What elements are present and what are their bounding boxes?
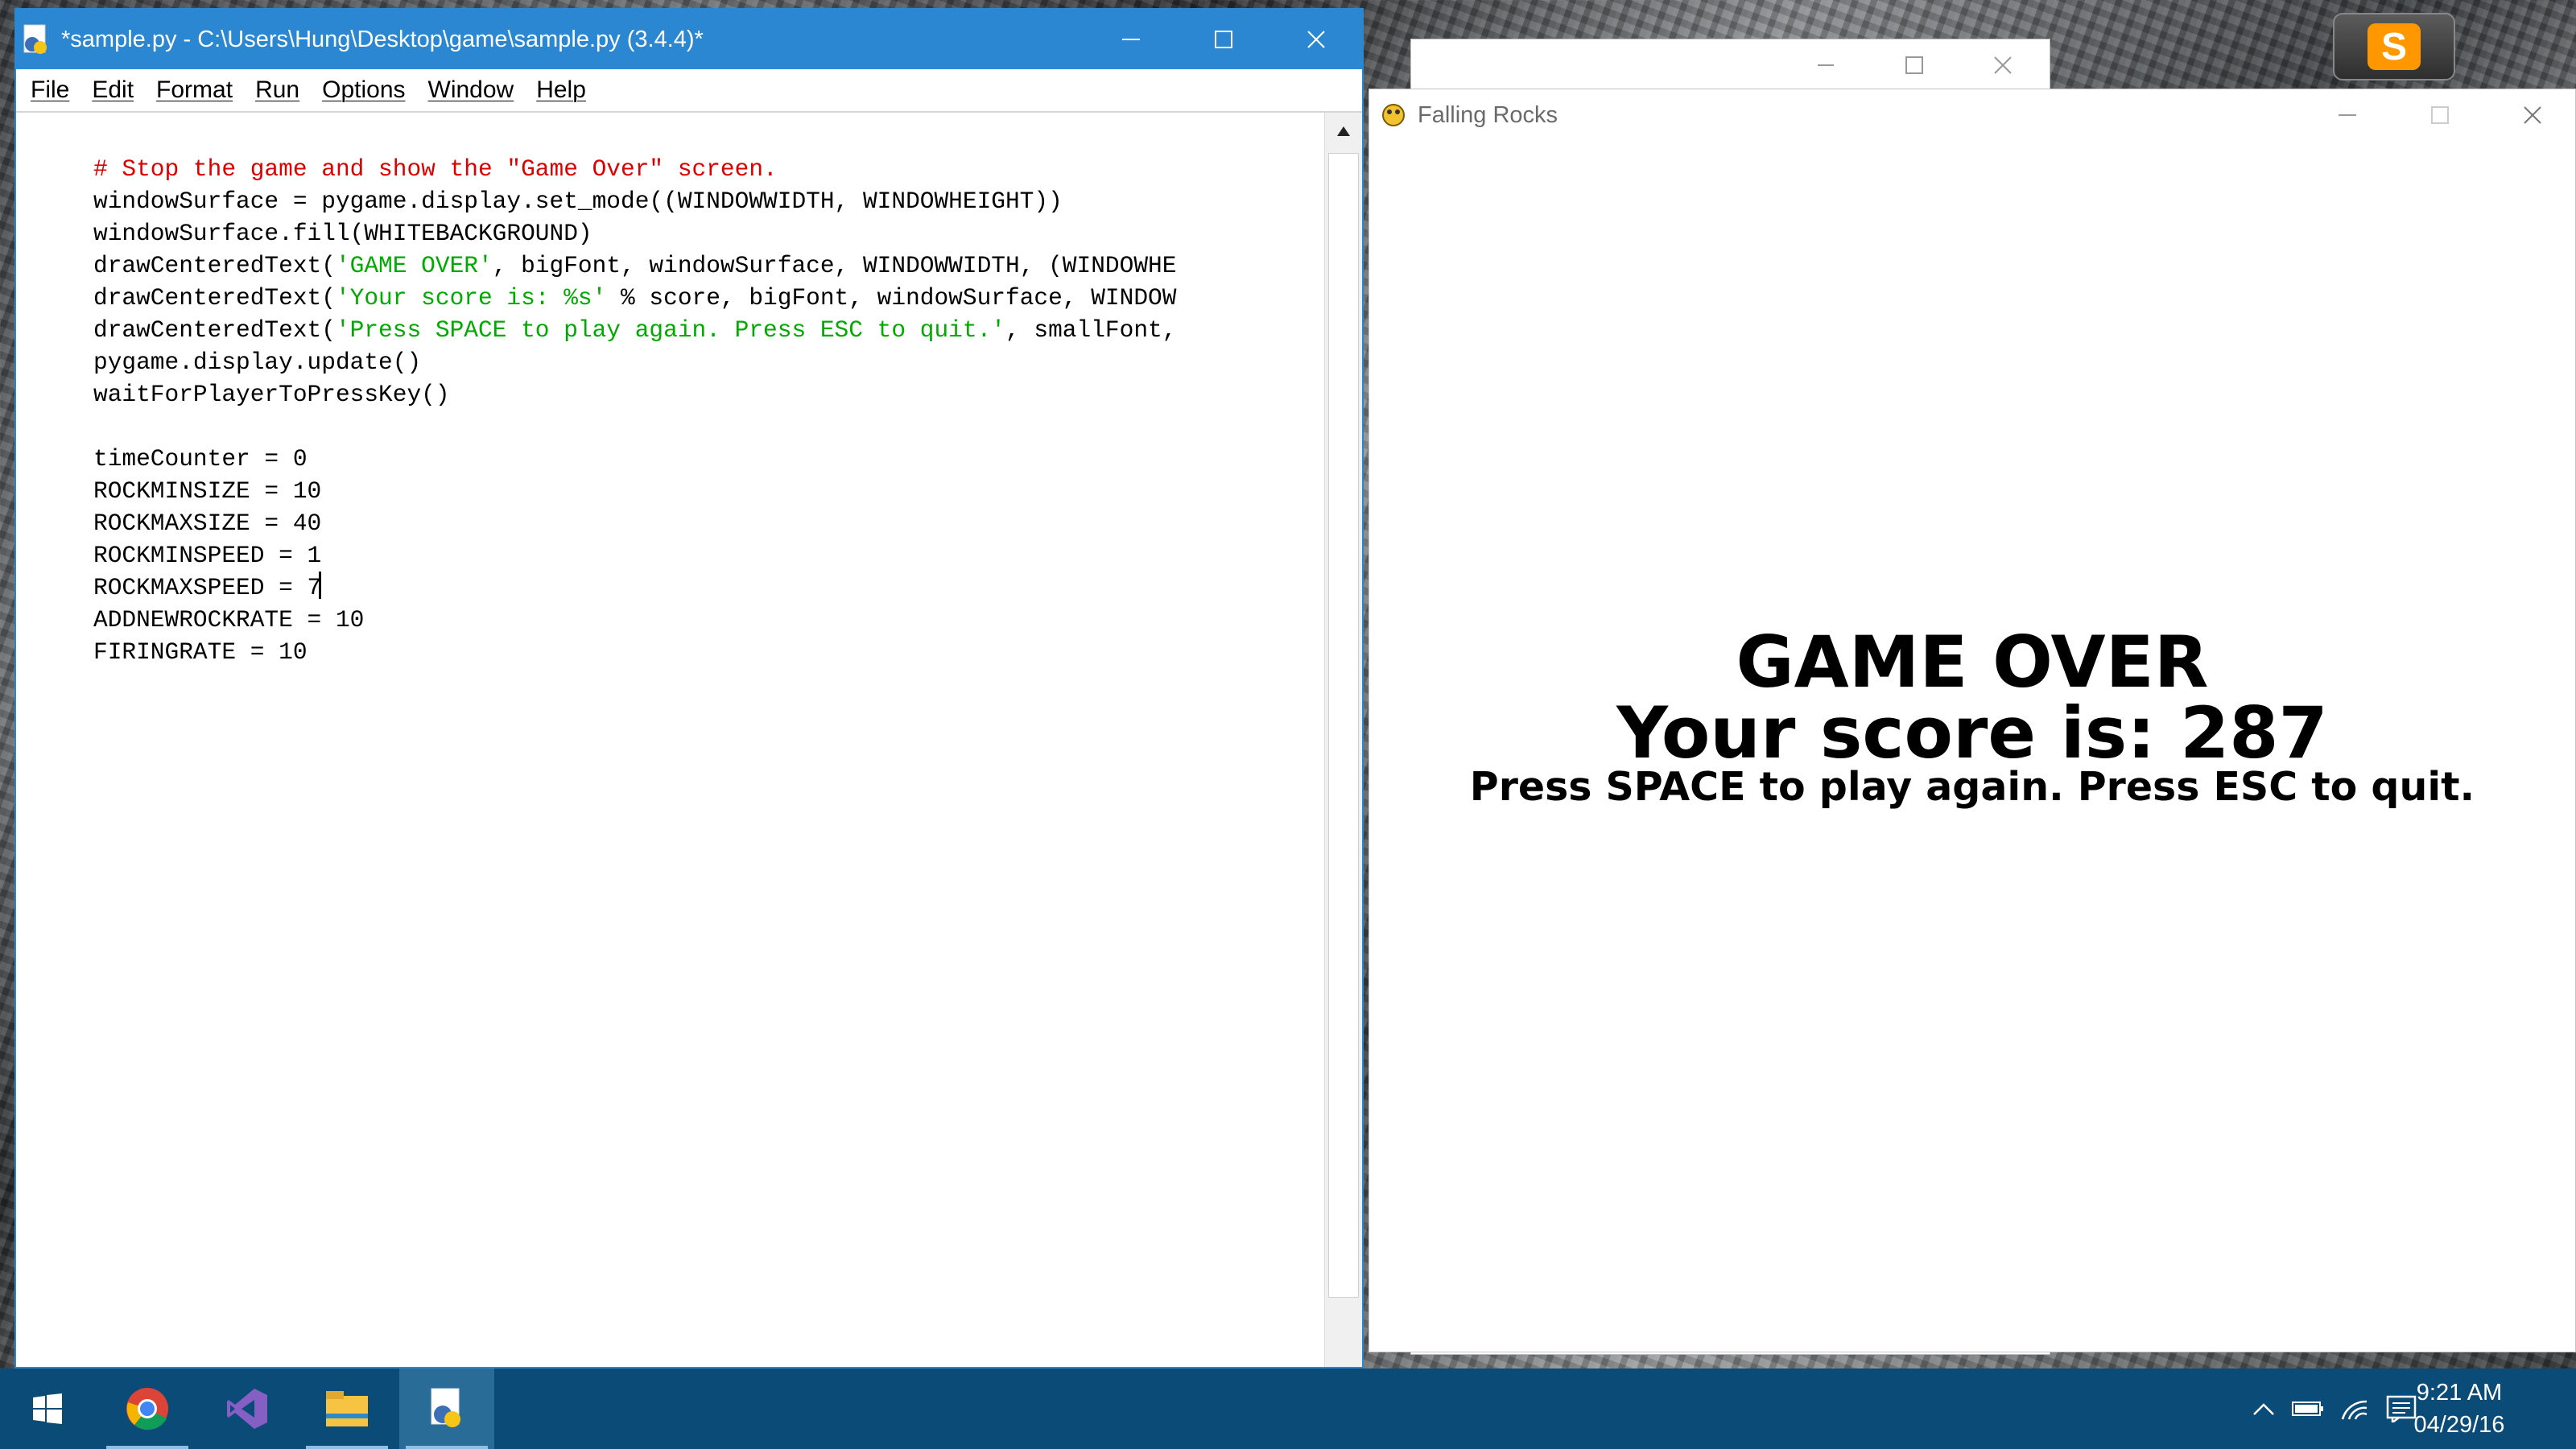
file-explorer-icon[interactable] xyxy=(299,1368,394,1449)
code-token: 'Press SPACE to play again. Press ESC to… xyxy=(335,316,1005,344)
game-window-title: Falling Rocks xyxy=(1418,101,1558,128)
game-canvas[interactable]: GAME OVER Your score is: 287 Press SPACE… xyxy=(1369,141,2575,1352)
sublime-s-glyph: S xyxy=(2368,23,2421,70)
close-icon[interactable] xyxy=(1272,10,1360,69)
maximize-icon[interactable] xyxy=(2396,89,2484,141)
maximize-icon[interactable] xyxy=(1886,39,1942,91)
scrollbar-thumb[interactable] xyxy=(1328,153,1359,1298)
clock-date: 04/29/16 xyxy=(2413,1412,2505,1438)
code-token: waitForPlayerToPressKey() xyxy=(93,381,450,408)
code-line[interactable]: drawCenteredText('Press SPACE to play ag… xyxy=(93,314,1176,346)
code-token: drawCenteredText( xyxy=(93,252,336,279)
code-token: , bigFont, windowSurface, WINDOWWIDTH, (… xyxy=(492,252,1177,279)
idle-running-indicator xyxy=(406,1446,488,1449)
code-line[interactable]: # Stop the game and show the "Game Over"… xyxy=(93,153,1176,185)
taskbar-clock[interactable]: 9:21 AM 04/29/16 xyxy=(2399,1377,2520,1441)
code-editor[interactable]: # Stop the game and show the "Game Over"… xyxy=(16,113,1325,1367)
background-window-titlebar[interactable] xyxy=(1411,39,2050,91)
instructions-text: Press SPACE to play again. Press ESC to … xyxy=(1469,764,2475,810)
code-token: , smallFont, xyxy=(1005,316,1177,344)
chevron-up-icon[interactable] xyxy=(2243,1402,2285,1416)
code-token: ROCKMINSPEED = 1 xyxy=(93,542,322,569)
menu-window[interactable]: Window xyxy=(428,76,514,104)
menu-bar: File Edit Format Run Options Window Help xyxy=(16,69,1362,113)
python-file-icon xyxy=(21,23,53,56)
code-token: windowSurface.fill(WHITEBACKGROUND) xyxy=(93,220,592,247)
pygame-snake-icon xyxy=(1377,99,1410,131)
scroll-up-arrow-icon[interactable] xyxy=(1325,113,1362,150)
menu-format[interactable]: Format xyxy=(156,76,233,104)
code-line[interactable]: timeCounter = 0 xyxy=(93,443,1176,475)
minimize-icon[interactable] xyxy=(1798,39,1854,91)
code-line[interactable]: FIRINGRATE = 10 xyxy=(93,636,1176,668)
code-token: 'Your score is: %s' xyxy=(335,284,607,312)
code-token: drawCenteredText( xyxy=(93,284,336,312)
game-titlebar[interactable]: Falling Rocks xyxy=(1369,89,2575,141)
text-cursor xyxy=(319,572,322,599)
code-token: ADDNEWROCKRATE = 10 xyxy=(93,606,365,634)
python-idle-taskbar-icon[interactable] xyxy=(399,1368,494,1449)
code-line[interactable]: windowSurface.fill(WHITEBACKGROUND) xyxy=(93,217,1176,250)
code-token: 'GAME OVER' xyxy=(335,252,493,279)
idle-editor-window[interactable]: *sample.py - C:\Users\Hung\Desktop\game\… xyxy=(14,8,1364,1368)
battery-icon[interactable] xyxy=(2285,1400,2331,1418)
code-line[interactable]: drawCenteredText('Your score is: %s' % s… xyxy=(93,282,1176,314)
code-token: # Stop the game and show the "Game Over"… xyxy=(93,155,778,183)
menu-edit[interactable]: Edit xyxy=(92,76,134,104)
wifi-icon[interactable] xyxy=(2331,1397,2378,1421)
taskbar: 9:21 AM 04/29/16 xyxy=(0,1368,2576,1449)
menu-options[interactable]: Options xyxy=(322,76,405,104)
code-line[interactable]: ROCKMAXSIZE = 40 xyxy=(93,507,1176,539)
code-line[interactable]: ROCKMINSPEED = 1 xyxy=(93,539,1176,572)
menu-run[interactable]: Run xyxy=(255,76,299,104)
code-token: windowSurface = pygame.display.set_mode(… xyxy=(93,188,1063,215)
code-text[interactable]: # Stop the game and show the "Game Over"… xyxy=(93,153,1176,668)
minimize-icon[interactable] xyxy=(1087,10,1175,69)
maximize-icon[interactable] xyxy=(1179,10,1268,69)
idle-titlebar[interactable]: *sample.py - C:\Users\Hung\Desktop\game\… xyxy=(16,10,1362,69)
menu-help[interactable]: Help xyxy=(536,76,586,104)
code-token: pygame.display.update() xyxy=(93,349,422,376)
code-line[interactable]: drawCenteredText('GAME OVER', bigFont, w… xyxy=(93,250,1176,282)
chrome-running-indicator xyxy=(106,1446,188,1449)
code-token: ROCKMINSIZE = 10 xyxy=(93,477,322,505)
code-token: timeCounter = 0 xyxy=(93,445,308,473)
visual-studio-icon[interactable] xyxy=(200,1368,295,1449)
chrome-icon[interactable] xyxy=(100,1368,195,1449)
windows-start-icon[interactable] xyxy=(0,1368,95,1449)
vertical-scrollbar[interactable] xyxy=(1324,113,1362,1367)
code-line[interactable]: ROCKMAXSPEED = 7 xyxy=(93,572,1176,604)
code-line[interactable]: ADDNEWROCKRATE = 10 xyxy=(93,604,1176,636)
code-line[interactable]: windowSurface = pygame.display.set_mode(… xyxy=(93,185,1176,217)
code-token: FIRINGRATE = 10 xyxy=(93,638,308,666)
code-line[interactable]: pygame.display.update() xyxy=(93,346,1176,378)
score-text: Your score is: 287 xyxy=(1616,691,2328,774)
game-window[interactable]: Falling Rocks GAME OVER Your score is: 2… xyxy=(1368,89,2576,1352)
close-icon[interactable] xyxy=(1975,39,2031,91)
code-line[interactable] xyxy=(93,411,1176,443)
idle-window-title: *sample.py - C:\Users\Hung\Desktop\game\… xyxy=(61,26,704,52)
sublime-text-icon[interactable]: S xyxy=(2333,13,2455,80)
code-line[interactable]: ROCKMINSIZE = 10 xyxy=(93,475,1176,507)
code-token: drawCenteredText( xyxy=(93,316,336,344)
minimize-icon[interactable] xyxy=(2303,89,2392,141)
code-line[interactable]: waitForPlayerToPressKey() xyxy=(93,378,1176,411)
menu-file[interactable]: File xyxy=(31,76,69,104)
explorer-running-indicator xyxy=(306,1446,388,1449)
close-icon[interactable] xyxy=(2488,89,2576,141)
system-tray xyxy=(2243,1368,2425,1449)
code-token: ROCKMAXSPEED = 7 xyxy=(93,574,322,601)
code-token: % score, bigFont, windowSurface, WINDOW xyxy=(606,284,1177,312)
clock-time: 9:21 AM xyxy=(2416,1380,2503,1406)
code-token: ROCKMAXSIZE = 40 xyxy=(93,510,322,537)
